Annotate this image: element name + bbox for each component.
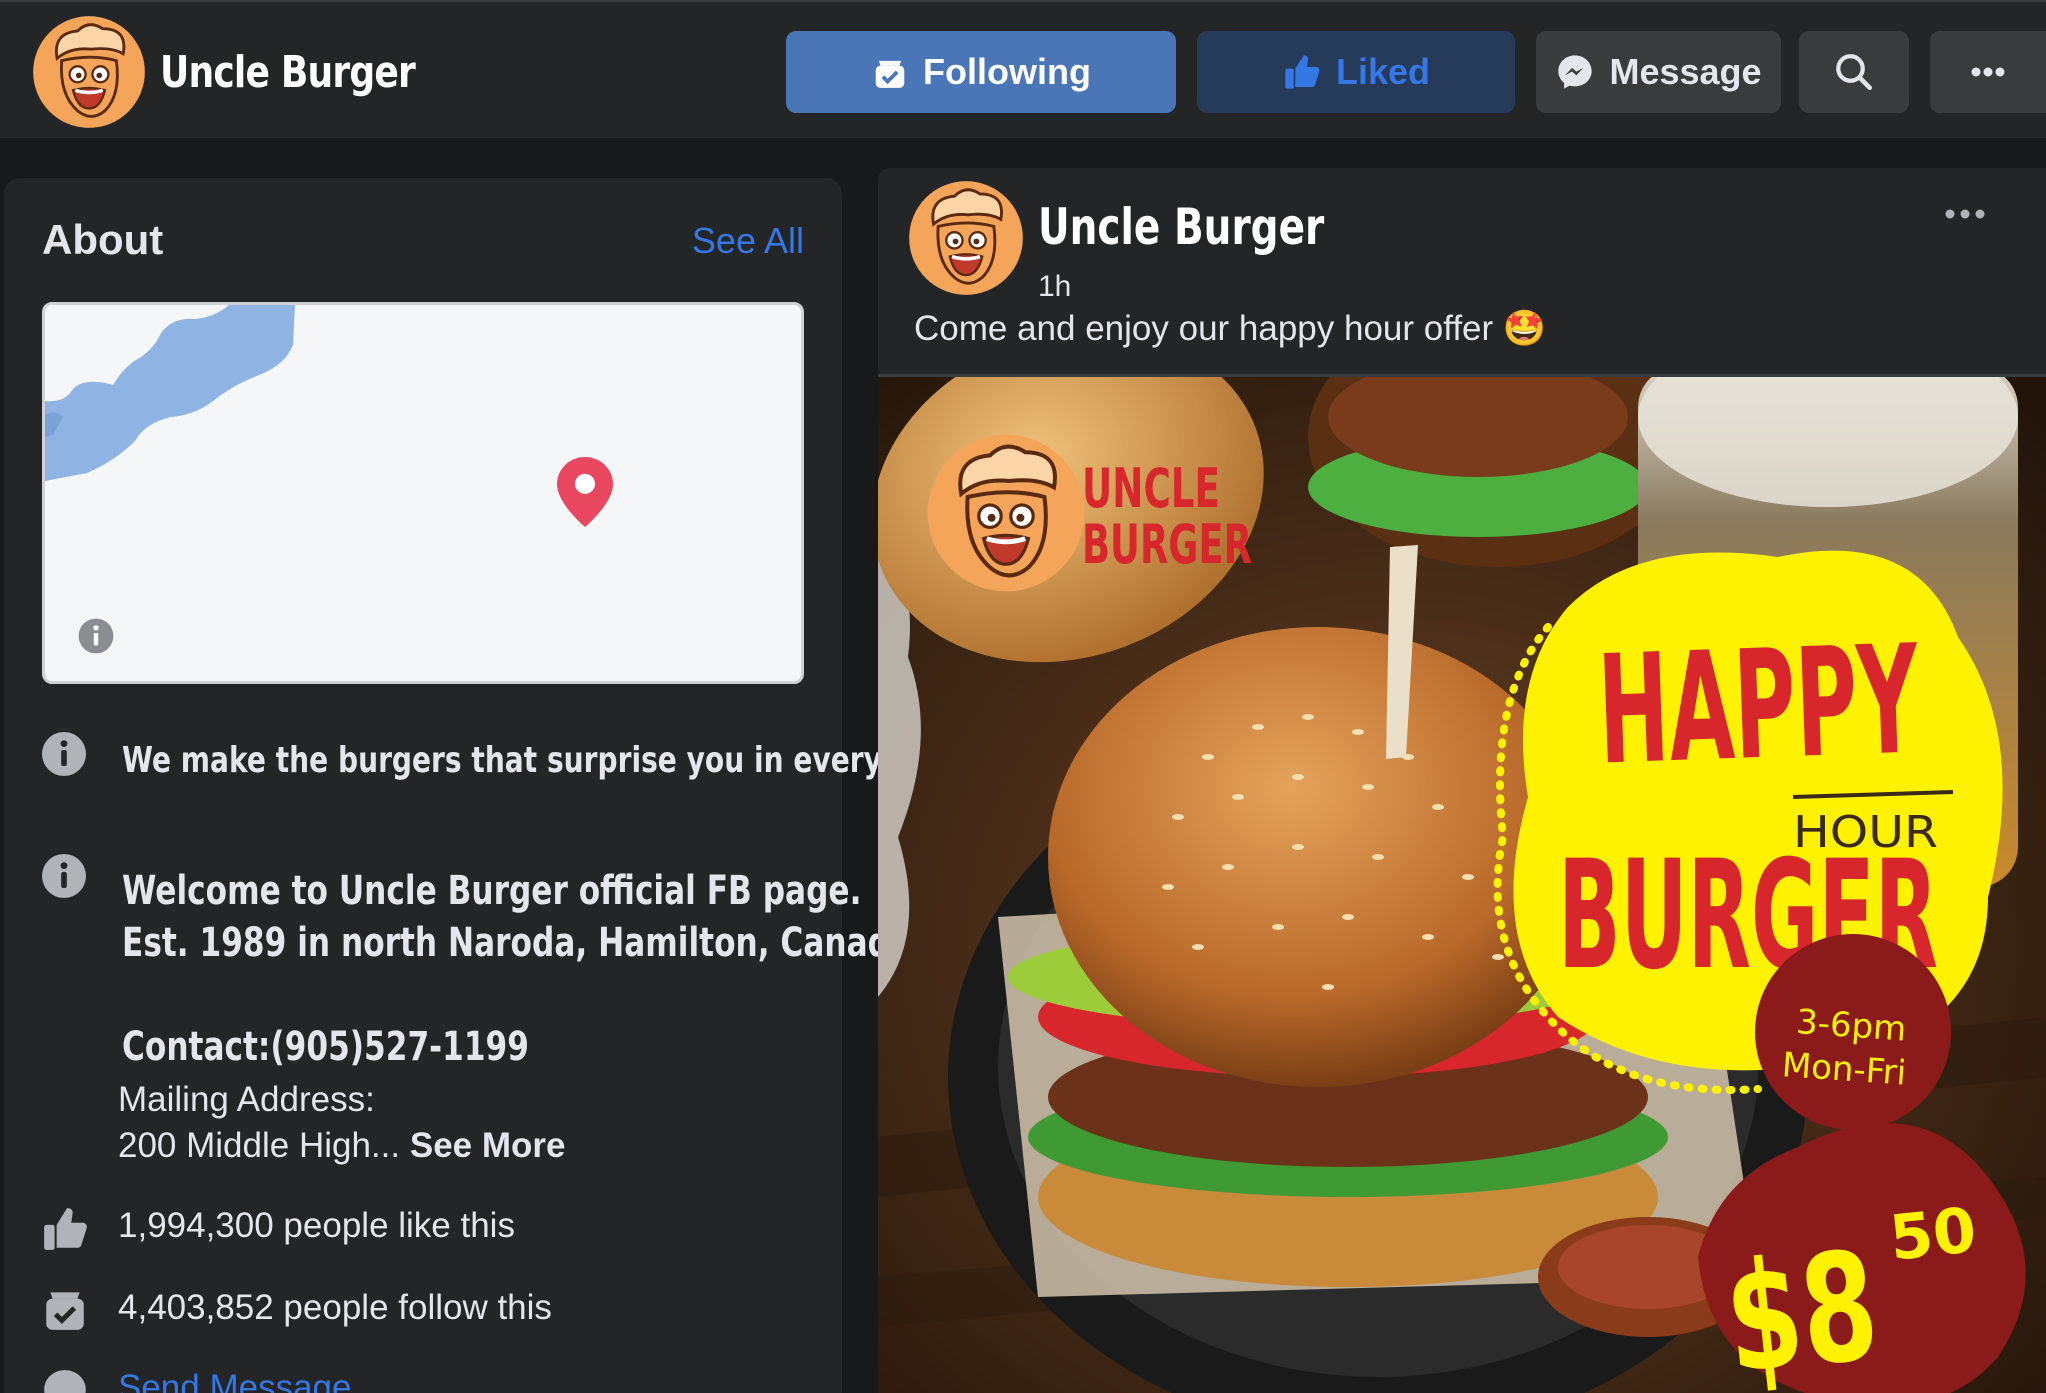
- page-avatar[interactable]: [32, 15, 146, 129]
- about-tagline: We make the burgers that surprise you in…: [122, 740, 967, 781]
- about-description-row: [38, 852, 90, 900]
- post-text: Come and enjoy our happy hour offer 🤩: [914, 308, 1547, 349]
- see-all-link[interactable]: See All: [692, 220, 804, 262]
- about-tagline-row: [38, 730, 90, 778]
- location-map[interactable]: [42, 302, 804, 684]
- star-struck-emoji-icon: 🤩: [1502, 309, 1547, 348]
- page-brand[interactable]: Uncle Burger: [32, 15, 471, 129]
- liked-button[interactable]: Liked: [1197, 31, 1515, 113]
- promo-happy: HAPPY: [1595, 613, 1922, 798]
- post-message: Come and enjoy our happy hour offer: [914, 309, 1494, 348]
- post-author-name[interactable]: Uncle Burger: [1038, 198, 1324, 256]
- promo-price: $8: [1718, 1219, 1885, 1393]
- about-welcome-line-1: Welcome to Uncle Burger official FB page…: [122, 868, 862, 914]
- follows-count: 4,403,852 people follow this: [118, 1288, 552, 1327]
- mailing-address-value: 200 Middle High...: [118, 1126, 401, 1165]
- likes-count: 1,994,300 people like this: [118, 1206, 515, 1245]
- promo-brand-line-2: BURGER: [1082, 513, 1252, 576]
- info-icon: [42, 732, 86, 776]
- happy-hour-promo-image: UNCLE BURGER HAPPY HOUR BURGER 3-6pm Mon…: [878, 377, 2046, 1393]
- search-icon: [1836, 54, 1873, 91]
- follow-icon: [46, 1292, 84, 1330]
- messenger-icon: [1558, 55, 1593, 89]
- thumbs-up-icon: [1285, 55, 1320, 89]
- more-dots-icon: [1971, 67, 2005, 77]
- map-info-icon[interactable]: [77, 617, 115, 655]
- message-label: Message: [1609, 51, 1762, 92]
- promo-time: 3-6pm: [1795, 1002, 1908, 1050]
- about-title: About: [42, 216, 164, 263]
- message-button[interactable]: Message: [1536, 31, 1781, 113]
- post-timestamp[interactable]: 1h: [1038, 270, 1071, 304]
- map-pin-icon: [557, 457, 613, 527]
- mailing-address-label: Mailing Address:: [118, 1080, 375, 1119]
- like-icon: [44, 1208, 87, 1250]
- liked-label: Liked: [1335, 51, 1431, 92]
- search-button[interactable]: [1799, 31, 1909, 113]
- following-button[interactable]: Following: [786, 31, 1176, 113]
- about-contact: Contact:(905)527-1199: [122, 1024, 529, 1070]
- about-card: About See All We make the burgers that s…: [4, 178, 967, 1393]
- post-author-avatar[interactable]: [908, 180, 1024, 296]
- messenger-icon: [44, 1370, 86, 1393]
- more-options-button[interactable]: [1930, 31, 2046, 113]
- see-more-link[interactable]: See More: [410, 1126, 566, 1165]
- send-message-link[interactable]: Send Message: [118, 1368, 351, 1393]
- map-water: [45, 305, 295, 481]
- post-card: Uncle Burger 1h Come and enjoy our happy…: [878, 168, 2046, 1393]
- follow-check-icon: [875, 60, 905, 88]
- info-icon: [42, 854, 86, 898]
- promo-price-cents: 50: [1886, 1193, 1979, 1275]
- following-label: Following: [923, 51, 1091, 92]
- page-name[interactable]: Uncle Burger: [160, 47, 416, 98]
- post-image[interactable]: UNCLE BURGER HAPPY HOUR BURGER 3-6pm Mon…: [878, 374, 2046, 1393]
- page-header: Uncle Burger Following Liked Message: [0, 0, 2046, 138]
- post-more-icon[interactable]: [1944, 208, 1986, 220]
- promo-brand-line-1: UNCLE: [1082, 457, 1220, 520]
- about-welcome-line-2: Est. 1989 in north Naroda, Hamilton, Can…: [122, 920, 912, 966]
- mailing-address-row: 200 Middle High... See More: [118, 1126, 565, 1166]
